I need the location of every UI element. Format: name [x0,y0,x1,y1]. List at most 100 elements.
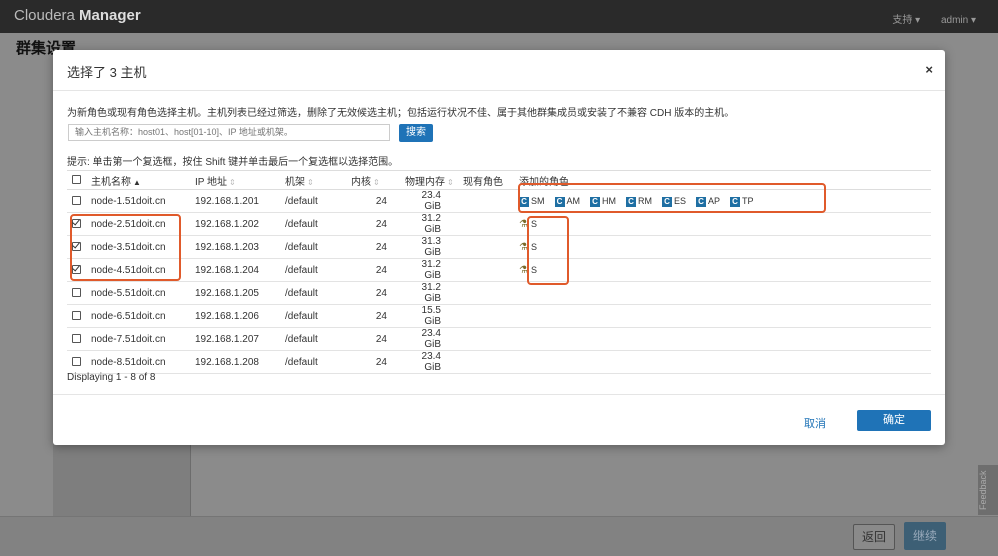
memory-cell: 31.3 GiB [405,235,463,259]
col-hostname[interactable]: 主机名称 ▲ [85,170,195,190]
cores-cell: 24 [351,327,405,351]
cores-cell: 24 [351,212,405,236]
bottom-bar [0,516,998,556]
role-badge[interactable]: ⚗ S [519,241,537,254]
rack-cell: /default [285,235,351,259]
hostname-cell: node-7.51doit.cn [85,327,195,351]
row-checkbox-cell[interactable] [67,258,85,282]
cores-cell: 24 [351,281,405,305]
user-menu[interactable]: admin ▾ [941,15,976,26]
table-row[interactable]: node-3.51doit.cn 192.168.1.203/default 24 3… [67,235,931,259]
hostname-cell: node-5.51doit.cn [85,281,195,305]
role-badge[interactable]: C SM [519,195,545,208]
select-all-checkbox[interactable] [71,175,81,184]
memory-cell: 31.2 GiB [405,212,463,236]
table-row[interactable]: node-8.51doit.cn 192.168.1.208/default 24 2… [67,350,931,374]
added-roles-cell [519,281,931,305]
role-badge[interactable]: ⚗ S [519,264,537,277]
row-checkbox[interactable] [71,311,81,320]
pagination-info: Displaying 1 - 8 of 8 [67,372,156,383]
row-checkbox[interactable] [71,196,81,205]
row-checkbox-cell[interactable] [67,235,85,259]
row-checkbox[interactable] [71,265,81,274]
table-row[interactable]: node-2.51doit.cn 192.168.1.202/default 24 3… [67,212,931,236]
row-checkbox[interactable] [71,334,81,343]
row-checkbox-cell[interactable] [67,327,85,351]
hint-text: 提示: 单击第一个复选框，按住 Shift 键并单击最后一个复选框以选择范围。 [67,157,399,168]
sort-asc-icon: ▲ [133,177,141,187]
sort-icon: ⇕ [229,177,236,187]
modal-title: 选择了 3 主机 [67,65,147,80]
hostname-cell: node-3.51doit.cn [85,235,195,259]
cores-cell: 24 [351,258,405,282]
role-badge[interactable]: ⚗ S [519,218,537,231]
col-existing-roles: 现有角色 [463,170,519,190]
role-badge[interactable]: C ES [662,195,686,208]
select-all-header[interactable] [67,170,85,190]
rack-cell: /default [285,281,351,305]
role-badge[interactable]: C AM [554,195,580,208]
cores-cell: 24 [351,350,405,374]
row-checkbox[interactable] [71,219,81,228]
row-checkbox-cell[interactable] [67,281,85,305]
cloudera-role-icon: C [662,196,672,207]
role-badge[interactable]: C AP [696,195,720,208]
close-icon[interactable]: × [925,62,933,77]
cancel-button[interactable]: 取消 [804,415,826,431]
rack-cell: /default [285,304,351,328]
modal-header: 选择了 3 主机 × [53,50,945,91]
host-search-input[interactable] [68,124,390,141]
ip-cell: 192.168.1.205 [195,281,285,305]
table-row[interactable]: node-1.51doit.cn 192.168.1.201/default 24 2… [67,189,931,213]
table-row[interactable]: node-7.51doit.cn 192.168.1.207/default 24 2… [67,327,931,351]
col-added-roles: 添加的角色 [519,170,931,190]
added-roles-cell: ⚗ S [519,258,931,282]
existing-roles-cell [463,258,519,282]
col-rack[interactable]: 机架 ⇕ [285,170,351,190]
existing-roles-cell [463,212,519,236]
row-checkbox-cell[interactable] [67,304,85,328]
existing-roles-cell [463,327,519,351]
ip-cell: 192.168.1.201 [195,189,285,213]
brand-logo[interactable]: Cloudera Manager [14,7,141,24]
role-badge[interactable]: C HM [590,195,616,208]
feedback-tab[interactable]: Feedback [978,465,998,515]
cloudera-role-icon: C [590,196,600,207]
table-row[interactable]: node-4.51doit.cn 192.168.1.204/default 24 3… [67,258,931,282]
row-checkbox-cell[interactable] [67,189,85,213]
ip-cell: 192.168.1.202 [195,212,285,236]
table-header-row: 主机名称 ▲ IP 地址 ⇕ 机架 ⇕ 内核 ⇕ 物理内存 ⇕ 现有角色 添加的角色 [67,170,931,190]
modal-description: 为新角色或现有角色选择主机。主机列表已经过筛选，删除了无效候选主机；包括运行状况… [67,108,735,119]
continue-button[interactable]: 继续 [904,522,946,550]
sort-icon: ⇕ [307,177,314,187]
ip-cell: 192.168.1.208 [195,350,285,374]
select-hosts-modal: 选择了 3 主机 × 为新角色或现有角色选择主机。主机列表已经过筛选，删除了无效… [53,50,945,445]
row-checkbox[interactable] [71,242,81,251]
memory-cell: 23.4 GiB [405,189,463,213]
sort-icon: ⇕ [447,177,454,187]
role-badge[interactable]: C TP [730,195,754,208]
row-checkbox[interactable] [71,288,81,297]
role-badge[interactable]: C RM [626,195,652,208]
col-memory[interactable]: 物理内存 ⇕ [405,170,463,190]
row-checkbox-cell[interactable] [67,350,85,374]
support-menu[interactable]: 支持 ▾ [892,15,920,26]
table-row[interactable]: node-6.51doit.cn 192.168.1.206/default 24 1… [67,304,931,328]
memory-cell: 31.2 GiB [405,258,463,282]
row-checkbox-cell[interactable] [67,212,85,236]
search-button[interactable]: 搜索 [399,124,433,142]
cores-cell: 24 [351,304,405,328]
back-button[interactable]: 返回 [853,524,895,550]
table-row[interactable]: node-5.51doit.cn 192.168.1.205/default 24 3… [67,281,931,305]
col-cores[interactable]: 内核 ⇕ [351,170,405,190]
col-ip[interactable]: IP 地址 ⇕ [195,170,285,190]
ok-button[interactable]: 确定 [857,410,931,431]
added-roles-cell: ⚗ S [519,235,931,259]
added-roles-cell: ⚗ S [519,212,931,236]
rack-cell: /default [285,327,351,351]
memory-cell: 23.4 GiB [405,350,463,374]
sort-icon: ⇕ [373,177,380,187]
row-checkbox[interactable] [71,357,81,366]
rack-cell: /default [285,212,351,236]
cloudera-role-icon: C [626,196,636,207]
